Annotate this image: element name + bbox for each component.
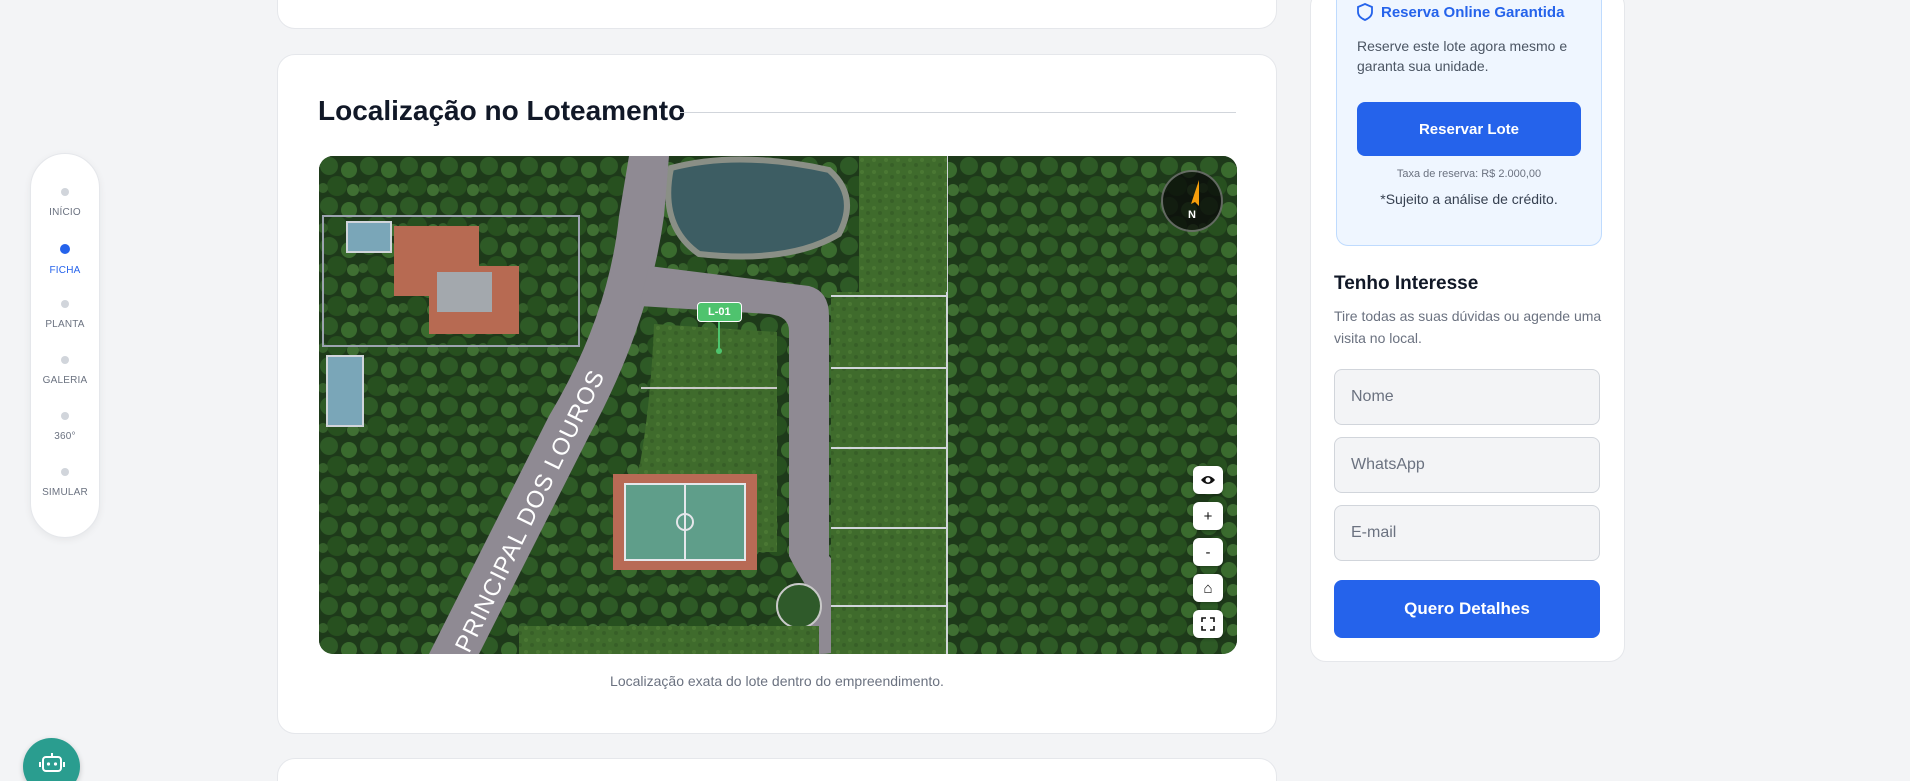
nav-dot-active [60,244,70,254]
request-details-button[interactable]: Quero Detalhes [1334,580,1600,638]
reserve-title: Reserva Online Garantida [1381,3,1565,21]
home-button[interactable]: ⌂ [1193,574,1223,602]
aerial-map[interactable]: PRINCIPAL DOS LOUROS L-01 N + - ⌂ [319,156,1237,654]
nav-label: PLANTA [45,319,85,330]
zoom-out-button[interactable]: - [1193,538,1223,566]
nav-item-galeria[interactable]: GALERIA [43,356,88,412]
lot-tag: L-01 [697,302,742,322]
nav-dot [60,300,69,308]
nav-item-360[interactable]: 360° [54,412,76,468]
whatsapp-input[interactable] [1334,437,1600,493]
nav-label: SIMULAR [42,487,88,498]
previous-section-card [277,0,1277,29]
credit-note: *Sujeito a análise de crédito. [1380,191,1558,207]
shield-icon [1357,3,1373,21]
reserve-fee: Taxa de reserva: R$ 2.000,00 [1396,168,1542,180]
fullscreen-icon [1201,617,1215,631]
reserve-lot-button[interactable]: Reservar Lote [1357,102,1581,156]
nav-label: GALERIA [42,375,88,386]
map-caption: Localização exata do lote dentro do empr… [610,673,944,689]
eye-icon [1201,476,1215,484]
nav-dot [60,468,69,476]
interest-description: Tire todas as suas dúvidas ou agende uma… [1334,308,1602,346]
zoom-in-button[interactable]: + [1193,502,1223,530]
nav-label: 360° [54,431,76,442]
reserve-description: Reserve este lote agora mesmo e garanta … [1357,38,1568,74]
nav-dot [60,188,69,196]
aerial-map-image: PRINCIPAL DOS LOUROS [319,156,1237,654]
interest-title: Tenho Interesse [1334,273,1479,294]
reserve-box: Reserva Online Garantida Reserve este lo… [1336,0,1602,246]
nav-label: FICHA [49,265,81,276]
compass-arrow-icon [1191,180,1199,206]
reserve-heading: Reserva Online Garantida [1357,3,1564,21]
map-controls: + - ⌂ [1193,466,1223,638]
section-nav: INÍCIO FICHA PLANTA GALERIA 360° SIMULAR [30,153,100,538]
chatbot-button[interactable] [23,738,80,781]
robot-icon [38,753,65,772]
lot-marker-stem [718,322,721,350]
next-section-card [277,758,1277,781]
nav-dot [60,412,69,420]
sidebar-panel: Reserva Online Garantida Reserve este lo… [1310,0,1625,662]
nav-item-ficha[interactable]: FICHA [50,244,81,300]
nav-item-simular[interactable]: SIMULAR [42,468,88,524]
compass[interactable]: N [1161,170,1223,232]
nav-item-planta[interactable]: PLANTA [45,300,84,356]
nav-item-inicio[interactable]: INÍCIO [49,188,81,244]
section-title: Localização no Loteamento [318,95,686,126]
name-input[interactable] [1334,369,1600,425]
nav-label: INÍCIO [49,207,81,218]
location-section: Localização no Loteamento PRINCIPAL DOS … [277,54,1277,734]
fullscreen-button[interactable] [1193,610,1223,638]
lot-marker[interactable]: L-01 [697,302,742,354]
toggle-view-button[interactable] [1193,466,1223,494]
email-input[interactable] [1334,505,1600,561]
title-divider [680,112,1236,113]
compass-label: N [1188,209,1196,221]
nav-dot [61,356,69,364]
lot-marker-pin [716,348,723,354]
